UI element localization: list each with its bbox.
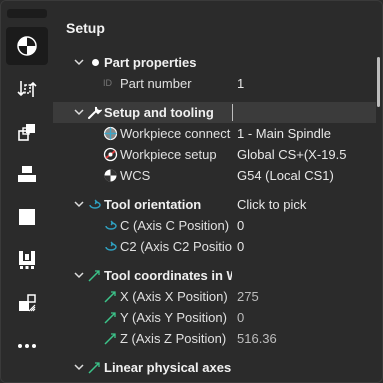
tree-label: X (Axis X Position) <box>120 289 228 304</box>
tree-label: Workpiece setup <box>120 147 217 162</box>
more-icon[interactable] <box>6 327 48 365</box>
wrench-icon <box>88 106 102 119</box>
tree-label: Tool orientation <box>104 197 202 212</box>
axis-icon <box>88 270 100 282</box>
tree-row-y-axis[interactable]: Y (Axis Y Position) 0 <box>53 307 376 328</box>
setup-panel: Setup Part properties ID Part number 1 S… <box>53 1 382 382</box>
stock-icon[interactable] <box>6 198 48 236</box>
fixture-icon[interactable] <box>6 241 48 279</box>
wcs-icon <box>104 169 117 182</box>
rotation-icon <box>105 220 117 230</box>
tree-row-workpiece-setup[interactable]: Workpiece setup Global CS+(X-19.5 <box>53 144 376 165</box>
y-axis-value[interactable]: 0 <box>237 310 377 325</box>
tree-label: Tool coordinates in WC <box>104 268 232 283</box>
tree-row-linear-axes[interactable]: Linear physical axes <box>53 357 376 378</box>
tree-row-c-axis[interactable]: C (Axis C Position) 0 <box>53 215 376 236</box>
axis-icon <box>88 362 100 374</box>
tree-row-part-properties[interactable]: Part properties <box>53 52 376 73</box>
tree-row-workpiece-connect[interactable]: Workpiece connect 1 - Main Spindle <box>53 123 376 144</box>
drag-handle[interactable] <box>7 9 47 18</box>
tree-row-wcs[interactable]: WCS G54 (Local CS1) <box>53 165 376 186</box>
x-axis-value[interactable]: 275 <box>237 289 377 304</box>
tool-orientation-value[interactable]: Click to pick <box>237 197 377 212</box>
column-divider[interactable] <box>232 104 233 121</box>
z-axis-value[interactable]: 516.36 <box>237 331 377 346</box>
workpiece-setup-value[interactable]: Global CS+(X-19.5 <box>237 147 377 162</box>
rotation-icon <box>105 241 117 251</box>
spindle-icon <box>103 126 118 141</box>
tree-row-c2-axis[interactable]: C2 (Axis C2 Position 0 <box>53 236 376 257</box>
axis-icon <box>104 291 116 303</box>
tree-label: Y (Axis Y Position) <box>120 310 227 325</box>
wcs-value[interactable]: G54 (Local CS1) <box>237 168 377 183</box>
stack-icon[interactable] <box>6 155 48 193</box>
chevron-down-icon[interactable] <box>74 107 84 117</box>
dot-icon <box>92 59 99 66</box>
axis-icon <box>104 333 116 345</box>
chevron-down-icon[interactable] <box>74 270 84 280</box>
pattern-icon[interactable] <box>6 284 48 322</box>
tree-label: Part properties <box>104 55 197 70</box>
id-icon: ID <box>103 78 112 88</box>
tree-label: Part number <box>120 76 192 91</box>
part-number-value[interactable]: 1 <box>237 76 377 91</box>
tree-row-setup-tooling[interactable]: Setup and tooling <box>53 102 376 123</box>
chevron-down-icon[interactable] <box>74 362 84 372</box>
tree-label: WCS <box>120 168 151 183</box>
c2-axis-value[interactable]: 0 <box>237 239 377 254</box>
tree-label: C2 (Axis C2 Position <box>120 239 232 254</box>
axis-icon <box>104 312 116 324</box>
setup-window: Setup Part properties ID Part number 1 S… <box>0 0 383 383</box>
tree-row-tool-orientation[interactable]: Tool orientation Click to pick <box>53 194 376 215</box>
copy-icon[interactable] <box>6 113 48 151</box>
tree-row-tool-coords[interactable]: Tool coordinates in WC <box>53 265 376 286</box>
tree-row-z-axis[interactable]: Z (Axis Z Position) 516.36 <box>53 328 376 349</box>
tree-label: Z (Axis Z Position) <box>120 331 227 346</box>
setup-icon[interactable] <box>6 27 48 65</box>
tree-row-x-axis[interactable]: X (Axis X Position) 275 <box>53 286 376 307</box>
sidebar <box>1 1 53 382</box>
scrollbar[interactable] <box>377 57 380 107</box>
flip-icon[interactable] <box>6 70 48 108</box>
tree-label: Workpiece connect <box>120 126 231 141</box>
rotation-icon <box>89 199 101 209</box>
workpiece-connect-value[interactable]: 1 - Main Spindle <box>237 126 377 141</box>
tree-label: Setup and tooling <box>104 105 214 120</box>
chevron-down-icon[interactable] <box>74 199 84 209</box>
chevron-down-icon[interactable] <box>74 57 84 67</box>
workpiece-setup-icon <box>103 147 118 162</box>
tree-label: C (Axis C Position) <box>120 218 230 233</box>
tree-label: Linear physical axes <box>104 360 232 375</box>
panel-title: Setup <box>66 20 105 36</box>
c-axis-value[interactable]: 0 <box>237 218 377 233</box>
tree-row-part-number[interactable]: ID Part number 1 <box>53 73 376 94</box>
